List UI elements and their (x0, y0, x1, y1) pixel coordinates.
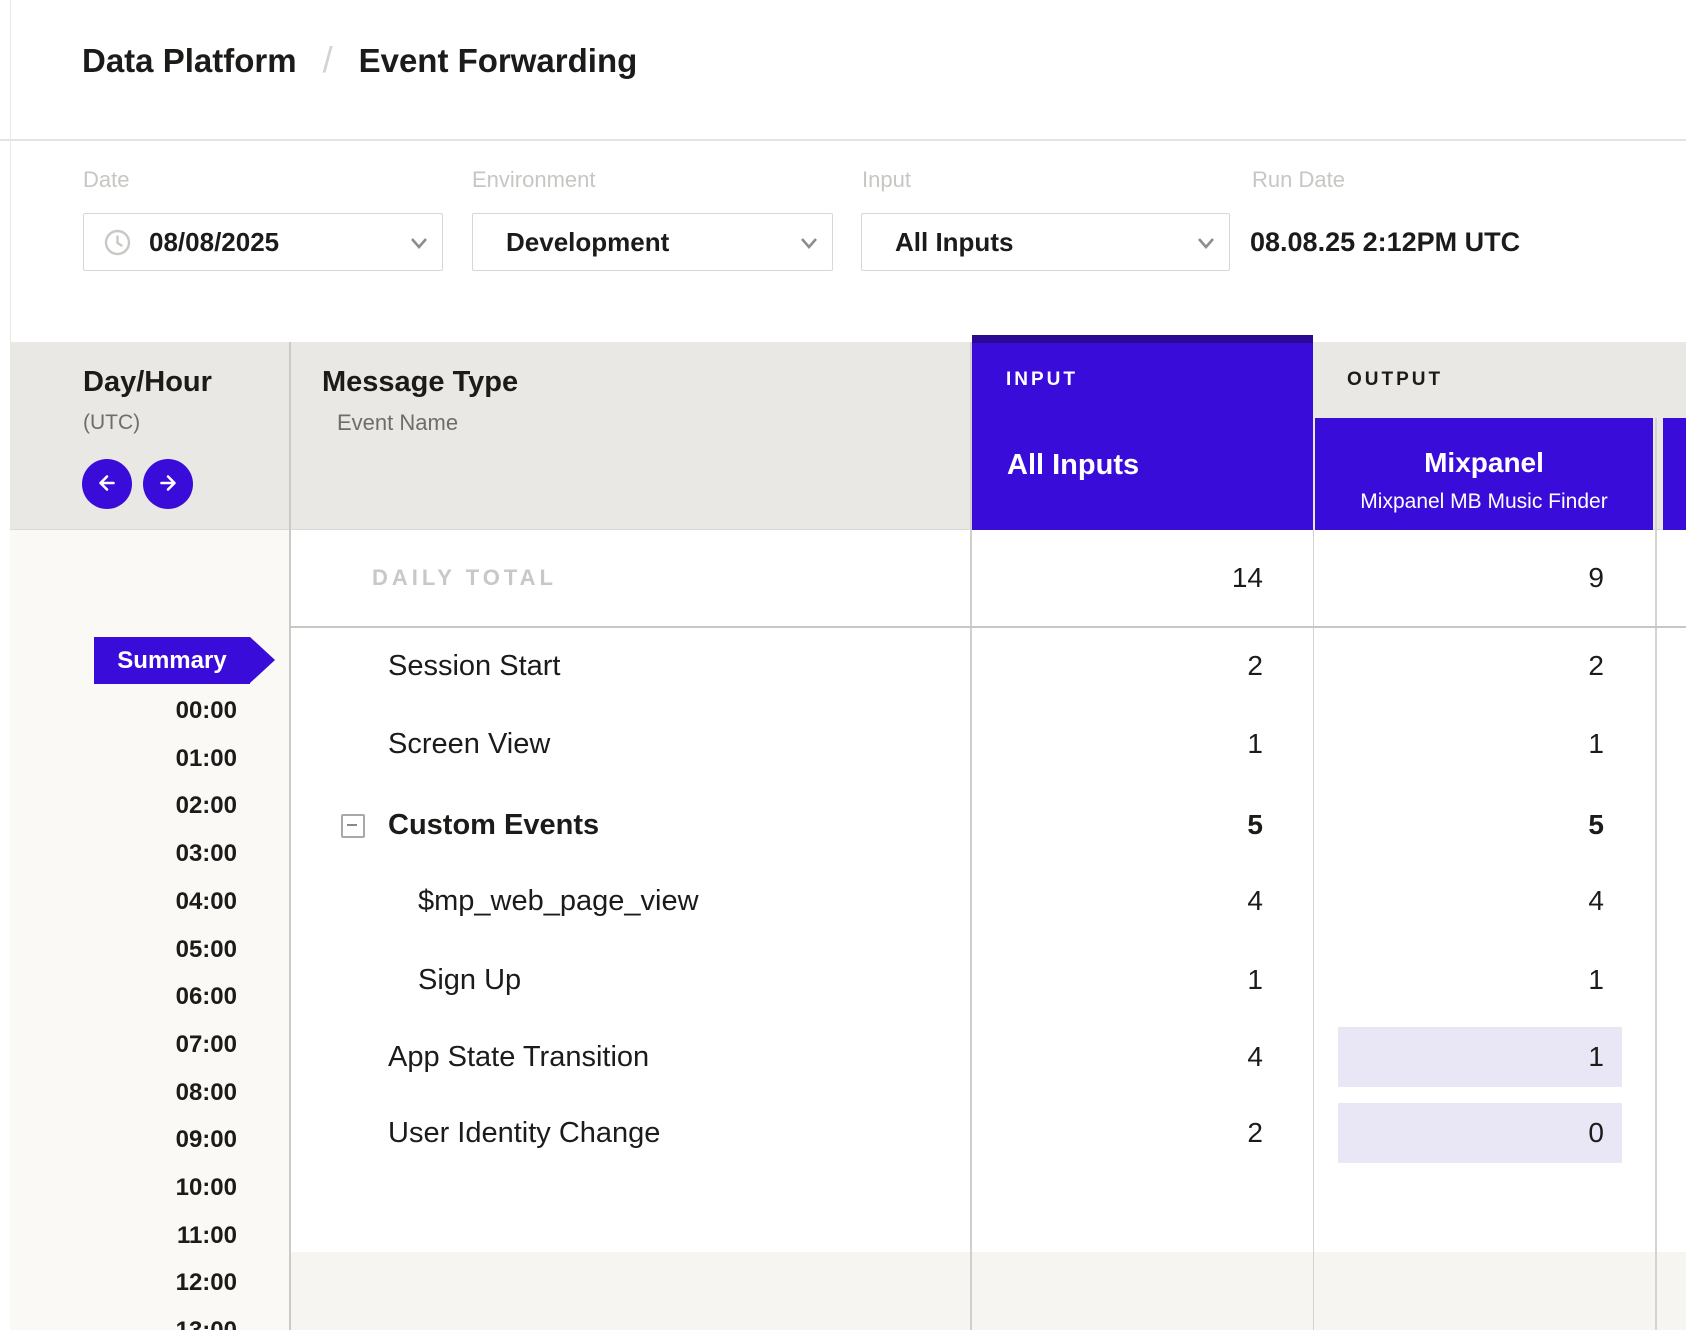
table-row: $mp_web_page_view 4 4 (290, 862, 1686, 940)
table-row: Session Start 2 2 (290, 627, 1686, 705)
output-count-cell: 1 (1313, 1018, 1604, 1096)
page-title: Event Forwarding (359, 42, 638, 79)
hour-label[interactable]: 03:00 (10, 839, 237, 869)
event-row-label: User Identity Change (388, 1094, 660, 1172)
event-name-column-subtitle: Event Name (337, 410, 458, 436)
input-column-accent-strip (972, 335, 1313, 343)
input-count-cell: 2 (971, 627, 1263, 705)
daily-total-row: DAILY TOTAL 14 9 (290, 539, 1686, 617)
chevron-down-icon (800, 237, 818, 249)
hour-label[interactable]: 07:00 (10, 1030, 237, 1060)
environment-filter-label: Environment (472, 168, 596, 192)
hour-label[interactable]: 04:00 (10, 887, 237, 917)
output-column-label: OUTPUT (1347, 368, 1443, 392)
event-row-label: Custom Events (388, 786, 599, 864)
hours-list: 00:00 01:00 02:00 03:00 04:00 05:00 06:00 07:00… (10, 0, 290, 1330)
run-date-label: Run Date (1252, 168, 1345, 192)
environment-value: Development (506, 214, 669, 270)
output-column-header-mixpanel[interactable]: Mixpanel Mixpanel MB Music Finder (1315, 418, 1653, 530)
environment-dropdown[interactable]: Development (472, 213, 833, 271)
hour-label[interactable]: 02:00 (10, 791, 237, 821)
next-output-column-partial (1663, 418, 1686, 530)
hour-label[interactable]: 00:00 (10, 696, 237, 726)
output-count-cell: 4 (1313, 862, 1604, 940)
output-count-cell: 0 (1313, 1094, 1604, 1172)
output-count-cell: 5 (1313, 786, 1604, 864)
hour-label[interactable]: 05:00 (10, 935, 237, 965)
event-forwarding-page: Data Platform/Event Forwarding Date Envi… (0, 0, 1686, 1330)
message-type-column-title: Message Type (322, 366, 518, 398)
input-value: All Inputs (895, 214, 1013, 270)
hour-label[interactable]: 13:00 (10, 1316, 237, 1330)
input-column-label: INPUT (1006, 368, 1078, 392)
hour-label[interactable]: 11:00 (10, 1221, 237, 1251)
output-count-cell: 1 (1313, 705, 1604, 783)
hour-label[interactable]: 10:00 (10, 1173, 237, 1203)
output-count-cell: 1 (1313, 941, 1604, 1019)
output-count-cell: 2 (1313, 627, 1604, 705)
table-footer-area (290, 1252, 1686, 1330)
event-row-label: Sign Up (418, 941, 521, 1019)
hour-label[interactable]: 08:00 (10, 1078, 237, 1108)
input-filter-label: Input (862, 168, 911, 192)
input-count-cell: 4 (971, 862, 1263, 940)
hour-label[interactable]: 06:00 (10, 982, 237, 1012)
input-count-cell: 2 (971, 1094, 1263, 1172)
chevron-down-icon (1197, 237, 1215, 249)
input-column-name: All Inputs (1007, 448, 1139, 482)
run-date-value: 08.08.25 2:12PM UTC (1250, 224, 1520, 260)
breadcrumb-separator: / (297, 39, 359, 80)
output-subname: Mixpanel MB Music Finder (1315, 489, 1653, 515)
output-name: Mixpanel (1315, 447, 1653, 479)
input-count-cell: 5 (971, 786, 1263, 864)
input-count-cell: 4 (971, 1018, 1263, 1096)
table-row: App State Transition 4 1 (290, 1018, 1686, 1096)
hour-label[interactable]: 01:00 (10, 744, 237, 774)
event-row-label: App State Transition (388, 1018, 649, 1096)
hour-label[interactable]: 12:00 (10, 1268, 237, 1298)
event-row-label: $mp_web_page_view (418, 862, 699, 940)
daily-total-label: DAILY TOTAL (372, 539, 557, 617)
input-column-header: INPUT All Inputs (972, 335, 1313, 530)
event-row-label: Session Start (388, 627, 560, 705)
daily-total-output-count: 9 (1313, 539, 1604, 617)
table-row: Custom Events 5 5 (290, 786, 1686, 864)
table-row: Sign Up 1 1 (290, 941, 1686, 1019)
minus-icon (347, 824, 357, 826)
table-row: User Identity Change 2 0 (290, 1094, 1686, 1172)
hour-label[interactable]: 09:00 (10, 1125, 237, 1155)
input-count-cell: 1 (971, 941, 1263, 1019)
input-dropdown[interactable]: All Inputs (861, 213, 1230, 271)
chevron-down-icon (410, 237, 428, 249)
input-count-cell: 1 (971, 705, 1263, 783)
event-row-label: Screen View (388, 705, 550, 783)
collapse-toggle-icon[interactable] (341, 814, 365, 838)
table-row: Screen View 1 1 (290, 705, 1686, 783)
daily-total-input-count: 14 (971, 539, 1263, 617)
